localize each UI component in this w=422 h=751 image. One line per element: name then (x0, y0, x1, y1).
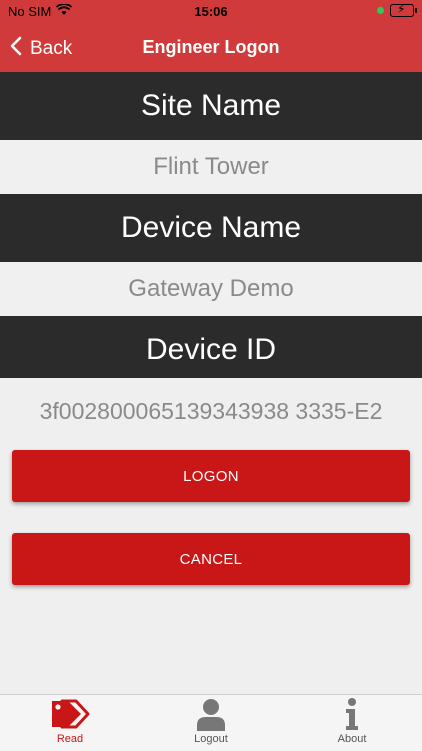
tab-about[interactable]: About (282, 695, 422, 751)
tags-icon (48, 695, 92, 731)
tab-logout[interactable]: Logout (141, 695, 281, 751)
logon-button[interactable]: LOGON (12, 450, 410, 502)
device-name-header: Device Name (0, 194, 422, 262)
site-name-value: Flint Tower (0, 140, 422, 194)
device-name-value: Gateway Demo (0, 262, 422, 316)
tab-read[interactable]: Read (0, 695, 140, 751)
person-icon (194, 695, 228, 731)
cancel-button[interactable]: CANCEL (12, 533, 410, 585)
device-id-header: Device ID (0, 316, 422, 384)
navigation-bar: Back Engineer Logon (0, 24, 422, 72)
tab-read-label: Read (56, 733, 84, 745)
status-right: ⚡ (377, 2, 417, 17)
site-name-header: Site Name (0, 72, 422, 140)
status-bar: No SIM 15:06 ⚡ (0, 0, 422, 24)
info-icon (342, 695, 362, 731)
tab-bar: Read Logout About (0, 694, 422, 751)
battery-charging-icon: ⚡ (390, 2, 417, 17)
privacy-indicator-icon (377, 7, 384, 14)
page-title: Engineer Logon (142, 37, 280, 57)
tab-about-label: About (337, 733, 367, 745)
device-id-value: 3f002800065139343938 3335-E2 (0, 378, 422, 444)
status-time: 15:06 (194, 4, 228, 19)
tab-logout-label: Logout (194, 733, 228, 745)
